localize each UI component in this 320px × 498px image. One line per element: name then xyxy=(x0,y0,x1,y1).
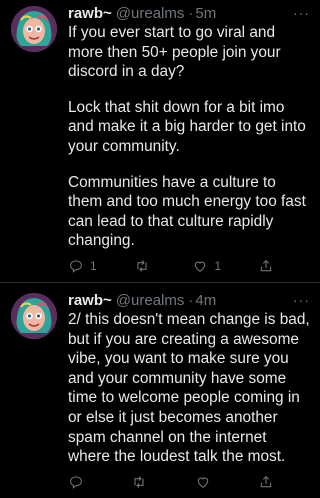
tweet-paragraph: Lock that shit down for a bit imo and ma… xyxy=(68,98,306,155)
timestamp[interactable]: 5m xyxy=(195,5,216,23)
like-icon xyxy=(195,261,206,272)
reply-button[interactable] xyxy=(68,474,90,490)
tweet-header: rawb~ @urealms · 4m ··· xyxy=(68,291,310,310)
avatar[interactable] xyxy=(11,6,57,52)
reply-count: 1 xyxy=(90,258,97,273)
share-icon xyxy=(260,259,272,272)
like-count: 1 xyxy=(214,258,222,273)
share-button[interactable] xyxy=(258,258,274,274)
retweet-button[interactable] xyxy=(131,474,153,490)
tweet-actions: 1 1 xyxy=(68,258,274,282)
separator-dot: · xyxy=(188,291,194,309)
handle[interactable]: @urealms xyxy=(116,292,185,310)
tweet-actions xyxy=(68,474,274,498)
like-button[interactable] xyxy=(195,474,217,490)
tweet-header: rawb~ @urealms · 5m ··· xyxy=(68,4,310,23)
more-options-icon[interactable]: ··· xyxy=(293,4,310,22)
tweet[interactable]: rawb~ @urealms · 5m ··· If you ever star… xyxy=(0,0,320,282)
timestamp[interactable]: 4m xyxy=(195,292,216,310)
retweet-button[interactable] xyxy=(134,258,156,274)
share-button[interactable] xyxy=(258,474,274,490)
retweet-icon xyxy=(134,475,144,488)
timeline: rawb~ @urealms · 5m ··· If you ever star… xyxy=(0,0,320,498)
avatar[interactable] xyxy=(11,292,57,339)
more-options-icon[interactable]: ··· xyxy=(293,291,310,309)
reply-button[interactable]: 1 xyxy=(68,258,97,274)
tweet[interactable]: rawb~ @urealms · 4m ··· 2/ this doesn't … xyxy=(0,281,320,498)
like-button[interactable]: 1 xyxy=(192,258,221,274)
avatar-image xyxy=(11,292,57,339)
tweet-paragraph: 2/ this doesn't mean change is bad, but … xyxy=(68,310,310,466)
tweet-paragraph: Communities have a culture to them and t… xyxy=(68,173,306,250)
retweet-icon xyxy=(137,260,147,272)
display-name[interactable]: rawb~ xyxy=(68,292,112,310)
share-icon xyxy=(260,475,272,487)
tweet-text: 2/ this doesn't mean change is bad, but … xyxy=(68,310,310,467)
avatar-image xyxy=(11,6,57,52)
like-icon xyxy=(197,477,208,488)
handle[interactable]: @urealms xyxy=(116,5,185,23)
tweet-text: If you ever start to go viral and more t… xyxy=(68,23,310,251)
display-name[interactable]: rawb~ xyxy=(68,5,112,23)
separator-dot: · xyxy=(188,5,194,22)
reply-icon xyxy=(70,476,82,489)
reply-icon xyxy=(70,260,82,273)
tweet-paragraph: If you ever start to go viral and more t… xyxy=(68,24,281,81)
